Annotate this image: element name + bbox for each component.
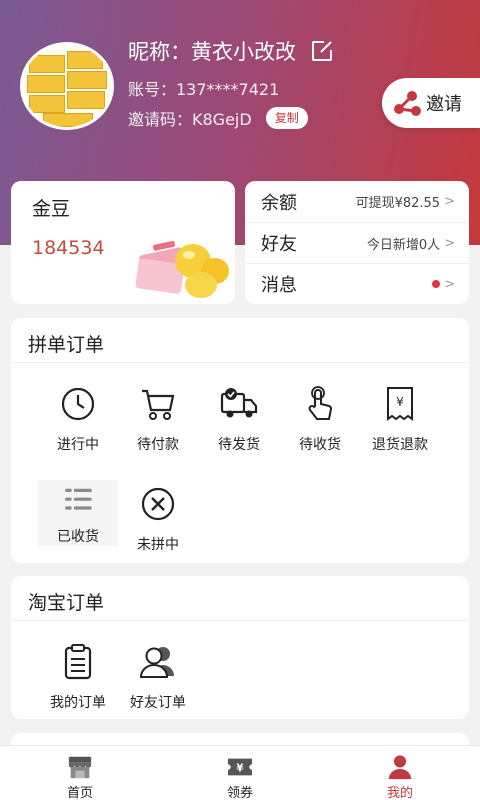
tab-home[interactable]: 首页 <box>32 746 128 800</box>
taobao-orders-title: 淘宝订单 <box>28 592 105 614</box>
nickname: 昵称：黄衣小改改 <box>128 40 296 64</box>
order-in-progress[interactable]: 进行中 <box>38 380 118 460</box>
order-refund-label: 退货退款 <box>372 437 428 453</box>
tab-coupons[interactable]: ¥ 领券 <box>192 746 288 800</box>
group-orders-title: 拼单订单 <box>28 334 105 356</box>
order-pending-payment[interactable]: 待付款 <box>118 380 198 460</box>
group-orders-card: 拼单订单 进行中 待付款 待发货 待收货 ¥ 退货退款 已收货 未拼中 <box>11 318 469 563</box>
tab-home-label: 首页 <box>66 786 93 800</box>
order-refund[interactable]: ¥ 退货退款 <box>360 380 440 460</box>
refund-receipt-icon: ¥ <box>387 387 413 421</box>
gold-beans-illustration <box>135 240 229 298</box>
avatar[interactable] <box>20 42 114 130</box>
my-orders-label: 我的订单 <box>50 695 106 711</box>
unread-dot <box>432 280 441 288</box>
person-icon <box>388 755 412 780</box>
order-pending-payment-label: 待付款 <box>137 437 179 453</box>
account-number: 账号：137****7421 <box>128 80 280 99</box>
chevron-right-icon: > <box>444 276 455 292</box>
tab-mine[interactable]: 我的 <box>352 746 448 800</box>
friend-orders-label: 好友订单 <box>130 695 186 711</box>
friends-row[interactable]: 好友 今日新增0人 > <box>245 222 469 263</box>
order-pending-receipt[interactable]: 待收货 <box>280 380 360 460</box>
invite-label: 邀请 <box>426 94 462 115</box>
order-pending-shipment[interactable]: 待发货 <box>199 380 279 460</box>
friend-orders[interactable]: 好友订单 <box>118 638 198 718</box>
coupon-icon: ¥ <box>225 758 255 776</box>
order-not-matched[interactable]: 未拼中 <box>118 480 198 560</box>
gold-beans-value: 184534 <box>32 237 105 259</box>
balance-row[interactable]: 余额 可提现¥82.55 > <box>245 181 469 222</box>
friends-label: 好友 <box>261 234 297 255</box>
taobao-orders-card: 淘宝订单 我的订单 好友订单 <box>11 576 469 719</box>
gold-beans-title: 金豆 <box>32 198 71 220</box>
x-circle-icon <box>141 487 175 521</box>
messages-label: 消息 <box>261 275 297 296</box>
edit-icon[interactable] <box>310 39 334 63</box>
order-pending-shipment-label: 待发货 <box>218 437 260 453</box>
my-orders[interactable]: 我的订单 <box>38 638 118 718</box>
order-received-label: 已收货 <box>57 529 99 545</box>
tap-hand-icon <box>308 386 332 420</box>
svg-text:¥: ¥ <box>396 395 404 409</box>
order-received[interactable]: 已收货 <box>38 480 118 546</box>
svg-text:¥: ¥ <box>236 764 243 775</box>
invite-code: 邀请码：K8GejD <box>128 110 252 129</box>
divider <box>11 362 469 363</box>
friends-today-count: 今日新增0人 <box>366 237 441 253</box>
tab-coupons-label: 领券 <box>226 786 253 800</box>
clock-icon <box>61 387 95 421</box>
order-in-progress-label: 进行中 <box>57 437 99 453</box>
bottom-tab-bar: 首页 ¥ 领券 我的 <box>0 745 480 800</box>
copy-button[interactable]: 复制 <box>265 107 308 129</box>
order-not-matched-label: 未拼中 <box>137 537 179 553</box>
tab-mine-label: 我的 <box>386 786 413 800</box>
gold-beans-card[interactable]: 金豆 184534 <box>11 181 235 304</box>
order-pending-receipt-label: 待收货 <box>299 437 341 453</box>
account-summary-card: 余额 可提现¥82.55 > 好友 今日新增0人 > 消息 > <box>245 181 469 304</box>
withdrawable-amount: 可提现¥82.55 <box>355 196 441 211</box>
clipboard-icon <box>64 644 92 680</box>
shop-icon <box>68 756 92 779</box>
chevron-right-icon: > <box>444 194 455 209</box>
list-icon <box>65 488 92 510</box>
cart-icon <box>142 389 175 420</box>
balance-label: 余额 <box>261 192 297 214</box>
share-icon <box>394 91 421 116</box>
invite-button[interactable]: 邀请 <box>382 78 480 128</box>
friends-icon <box>139 647 174 678</box>
messages-row[interactable]: 消息 > <box>245 263 469 304</box>
divider <box>11 620 469 621</box>
chevron-right-icon: > <box>444 235 455 251</box>
truck-icon <box>220 388 258 418</box>
